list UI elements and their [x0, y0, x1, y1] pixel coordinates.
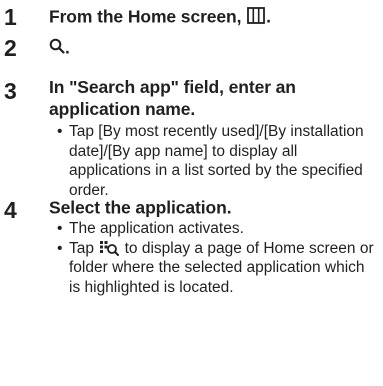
locate-app-icon	[100, 240, 120, 256]
step-title-text: Select the application.	[49, 197, 232, 218]
step-number: 4	[4, 197, 17, 223]
note-item: • The application activates.	[57, 219, 377, 239]
step-title-period: .	[266, 6, 271, 27]
step-title-period: .	[65, 37, 70, 58]
note-text: Tap	[69, 239, 99, 257]
apps-grid-icon	[247, 7, 266, 24]
bullet-dot: •	[57, 220, 63, 237]
step-title-text: From the Home screen,	[49, 6, 247, 27]
step-notes: • Tap [By most recently used]/[By instal…	[57, 122, 377, 201]
note-item: • Tap to display a page of Home screen o…	[57, 239, 377, 298]
note-text: The application activates.	[69, 220, 244, 237]
bullet-dot: •	[57, 123, 63, 140]
note-text: Tap [By most recently used]/[By installa…	[69, 123, 364, 200]
step-number: 2	[4, 35, 17, 61]
step-number: 3	[4, 78, 17, 104]
note-item: • Tap [By most recently used]/[By instal…	[57, 122, 377, 201]
step-title: .	[49, 35, 70, 58]
step-title: From the Home screen, .	[49, 4, 271, 27]
step-title: Select the application.	[49, 195, 232, 218]
step-title-line: application name.	[49, 99, 196, 119]
step-title-line: In "Search app" field, enter an	[49, 77, 296, 97]
bullet-dot: •	[57, 239, 63, 257]
search-icon	[49, 38, 65, 54]
step-notes: • The application activates. • Tap to di…	[57, 219, 377, 298]
step-number: 1	[4, 4, 17, 30]
step-title: In "Search app" field, enter an applicat…	[49, 76, 296, 120]
